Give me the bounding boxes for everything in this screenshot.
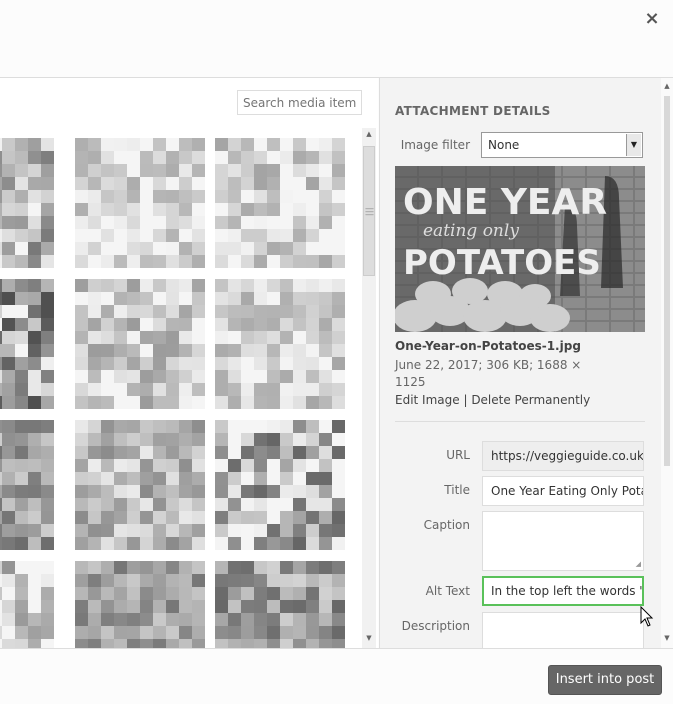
- attachment-preview-image: ONE YEAR eating only POTATOES: [395, 166, 645, 332]
- media-thumbnail[interactable]: [0, 279, 54, 409]
- attachment-details-heading: ATTACHMENT DETAILS: [395, 104, 551, 118]
- media-thumbnail[interactable]: [215, 279, 345, 409]
- media-thumbnail[interactable]: [75, 279, 205, 409]
- scroll-down-icon[interactable]: ▼: [661, 634, 673, 642]
- search-input[interactable]: [237, 90, 362, 115]
- sidebar-scrollbar[interactable]: ▲ ▼: [661, 78, 673, 648]
- title-field[interactable]: One Year Eating Only Potat: [482, 476, 644, 506]
- image-filter-value: None: [488, 138, 520, 152]
- title-label: Title: [444, 483, 470, 497]
- image-filter-label: Image filter: [400, 138, 470, 152]
- resize-handle-icon[interactable]: ◢: [636, 560, 641, 568]
- preview-title-line1: ONE YEAR: [403, 182, 607, 223]
- media-thumbnail[interactable]: [215, 138, 345, 268]
- attachment-meta-line1: June 22, 2017; 306 KB; 1688 ×: [395, 358, 582, 372]
- attachment-filename: One-Year-on-Potatoes-1.jpg: [395, 339, 581, 353]
- media-thumbnail[interactable]: [75, 561, 205, 648]
- grid-scrollbar[interactable]: ▲ — — — ▼: [362, 128, 376, 648]
- attachment-actions: Edit Image | Delete Permanently: [395, 393, 590, 407]
- scrollbar-thumb[interactable]: [664, 96, 670, 466]
- media-thumbnail[interactable]: [75, 420, 205, 550]
- media-thumbnail[interactable]: [215, 561, 345, 648]
- grip-icon: — — —: [365, 204, 374, 220]
- attachment-meta-line2: 1125: [395, 375, 426, 389]
- description-field[interactable]: [482, 612, 644, 648]
- details-divider: [395, 421, 645, 422]
- alt-text-label: Alt Text: [425, 584, 470, 598]
- link-separator: |: [459, 393, 472, 407]
- scroll-up-icon[interactable]: ▲: [661, 82, 673, 90]
- media-modal: × ▲ ——— ▼ ▲ ▼ ATTACHMENT DETAILS Image f…: [0, 0, 673, 704]
- close-icon[interactable]: ×: [641, 8, 663, 30]
- caption-field[interactable]: ◢: [482, 511, 644, 571]
- preview-title-line2: eating only: [423, 221, 519, 241]
- url-label: URL: [446, 448, 470, 462]
- description-label: Description: [401, 619, 470, 633]
- preview-title-line3: POTATOES: [403, 243, 601, 283]
- scroll-up-icon[interactable]: ▲: [362, 130, 376, 138]
- insert-into-post-button[interactable]: Insert into post: [548, 665, 662, 695]
- mouse-pointer-icon: [640, 606, 654, 627]
- image-filter-select[interactable]: None ▼: [481, 132, 643, 158]
- scroll-down-icon[interactable]: ▼: [362, 634, 376, 642]
- media-thumbnail[interactable]: [75, 138, 205, 268]
- media-thumbnail[interactable]: [0, 561, 54, 648]
- delete-permanently-link[interactable]: Delete Permanently: [471, 393, 590, 407]
- url-field[interactable]: https://veggieguide.co.uk/: [482, 441, 644, 471]
- media-thumbnail[interactable]: [0, 420, 54, 550]
- alt-text-field[interactable]: In the top left the words "O: [482, 576, 644, 606]
- edit-image-link[interactable]: Edit Image: [395, 393, 460, 407]
- media-thumbnail[interactable]: [215, 420, 345, 550]
- caption-label: Caption: [423, 518, 470, 532]
- dropdown-arrow-icon[interactable]: ▼: [626, 134, 641, 156]
- media-thumbnail[interactable]: [0, 138, 54, 268]
